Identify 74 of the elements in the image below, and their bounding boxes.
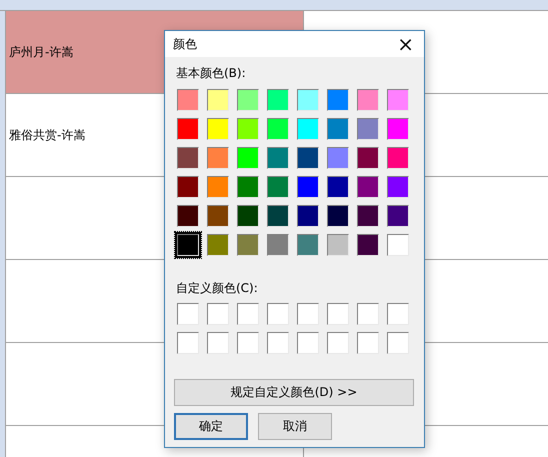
dialog-button[interactable]: 确定 [174, 413, 248, 440]
color-swatch[interactable] [387, 89, 409, 111]
song-title: 庐州月-许嵩 [9, 44, 74, 60]
color-swatch[interactable] [177, 147, 199, 169]
color-swatch[interactable] [177, 89, 199, 111]
custom-color-swatch[interactable] [237, 303, 259, 325]
color-swatch[interactable] [357, 89, 379, 111]
color-swatch[interactable] [297, 89, 319, 111]
window-title: 颜色 [173, 36, 197, 52]
color-swatch[interactable] [297, 234, 319, 256]
color-swatch[interactable] [387, 176, 409, 198]
close-button[interactable]: × [393, 34, 418, 54]
color-swatch[interactable] [327, 234, 349, 256]
custom-color-swatch[interactable] [297, 303, 319, 325]
color-swatch[interactable] [237, 205, 259, 227]
define-custom-colors-button[interactable]: 规定自定义颜色(D) >> [174, 379, 414, 406]
color-swatch[interactable] [297, 205, 319, 227]
custom-color-swatch[interactable] [207, 303, 229, 325]
color-swatch[interactable] [357, 118, 379, 140]
color-swatch[interactable] [327, 205, 349, 227]
color-swatch[interactable] [207, 89, 229, 111]
color-swatch[interactable] [357, 205, 379, 227]
color-swatch[interactable] [237, 147, 259, 169]
custom-color-swatch[interactable] [267, 332, 289, 354]
color-swatch[interactable] [177, 234, 199, 256]
color-swatch[interactable] [267, 147, 289, 169]
color-swatch[interactable] [387, 205, 409, 227]
custom-color-swatch[interactable] [267, 303, 289, 325]
color-swatch[interactable] [207, 176, 229, 198]
color-swatch[interactable] [267, 118, 289, 140]
color-swatch[interactable] [297, 176, 319, 198]
custom-color-swatch[interactable] [327, 303, 349, 325]
dialog-button[interactable]: 取消 [258, 413, 332, 440]
color-swatch[interactable] [237, 176, 259, 198]
sheet-corner [0, 0, 6, 11]
custom-color-swatch[interactable] [357, 303, 379, 325]
color-swatch[interactable] [207, 205, 229, 227]
color-swatch[interactable] [327, 147, 349, 169]
color-swatch[interactable] [237, 118, 259, 140]
color-swatch[interactable] [357, 234, 379, 256]
color-swatch[interactable] [387, 118, 409, 140]
color-swatch[interactable] [267, 176, 289, 198]
color-swatch[interactable] [327, 89, 349, 111]
custom-color-swatch[interactable] [387, 332, 409, 354]
song-title: 雅俗共赏-许嵩 [9, 126, 86, 144]
color-swatch[interactable] [237, 89, 259, 111]
custom-color-swatch[interactable] [327, 332, 349, 354]
color-swatch[interactable] [177, 118, 199, 140]
color-swatch[interactable] [327, 176, 349, 198]
basic-colors-label: 基本颜色(B): [176, 65, 247, 82]
color-swatch[interactable] [327, 118, 349, 140]
custom-color-swatch[interactable] [357, 332, 379, 354]
color-swatch[interactable] [177, 205, 199, 227]
custom-color-swatch[interactable] [297, 332, 319, 354]
color-swatch[interactable] [357, 147, 379, 169]
color-swatch[interactable] [387, 147, 409, 169]
color-swatch[interactable] [177, 176, 199, 198]
custom-color-swatch[interactable] [237, 332, 259, 354]
color-swatch[interactable] [297, 118, 319, 140]
color-swatch[interactable] [207, 147, 229, 169]
color-swatch[interactable] [267, 89, 289, 111]
custom-color-swatch[interactable] [177, 303, 199, 325]
custom-color-swatch[interactable] [207, 332, 229, 354]
color-swatch[interactable] [267, 234, 289, 256]
color-swatch[interactable] [297, 147, 319, 169]
color-swatch[interactable] [387, 234, 409, 256]
color-swatch[interactable] [207, 234, 229, 256]
color-swatch[interactable] [207, 118, 229, 140]
custom-color-swatch[interactable] [177, 332, 199, 354]
color-swatch[interactable] [237, 234, 259, 256]
color-swatch[interactable] [267, 205, 289, 227]
custom-color-swatch[interactable] [387, 303, 409, 325]
custom-colors-label: 自定义颜色(C): [176, 280, 259, 297]
color-swatch[interactable] [357, 176, 379, 198]
